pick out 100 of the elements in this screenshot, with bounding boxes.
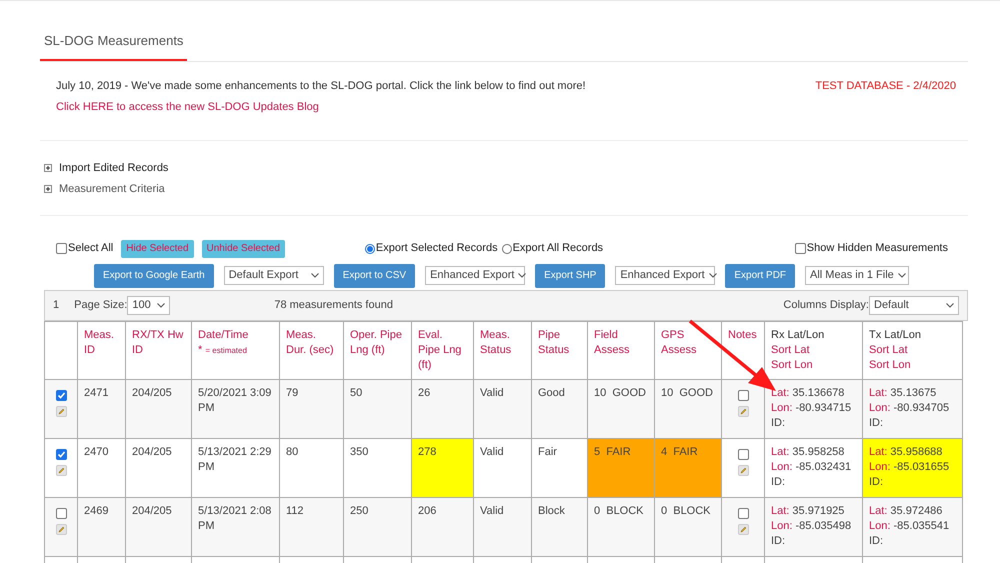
radio-button[interactable] bbox=[364, 244, 375, 254]
dropdown[interactable]: Enhanced Export bbox=[425, 266, 526, 285]
dropdown[interactable]: Default Export bbox=[224, 266, 324, 285]
notes-checkbox[interactable] bbox=[738, 448, 748, 460]
pencil-icon[interactable] bbox=[738, 406, 748, 416]
pencil-icon[interactable] bbox=[56, 524, 66, 534]
table-cell: 80 bbox=[280, 438, 344, 497]
lat-label: Lat: bbox=[869, 446, 888, 458]
lat-value: 35.971925 bbox=[792, 504, 844, 516]
section-toggle[interactable]: Measurement Criteria bbox=[59, 181, 165, 198]
id-label: ID: bbox=[869, 534, 884, 548]
show-hidden-label[interactable]: Show Hidden Measurements bbox=[806, 240, 948, 257]
column-header[interactable]: Date/Time bbox=[198, 328, 248, 342]
table-cell: 350 bbox=[344, 438, 412, 497]
table-cell: 5/13/2021 2:08 PM bbox=[192, 497, 280, 556]
lat-label: Lat: bbox=[869, 386, 888, 398]
id-label: ID: bbox=[869, 416, 884, 430]
radio-button[interactable] bbox=[502, 244, 512, 254]
checkbox[interactable] bbox=[794, 243, 806, 254]
chevron-down-icon bbox=[157, 302, 166, 308]
page-tab[interactable]: SL-DOG Measurements bbox=[40, 31, 188, 60]
lat-value: 35.972486 bbox=[890, 504, 942, 516]
announcement-text: July 10, 2019 - We've made some enhancements to the SL-DOG portal. Click the link below to find out more! bbox=[56, 78, 586, 94]
table-cell: 0 BLOCK bbox=[654, 497, 722, 556]
lat-value: 35.136678 bbox=[792, 386, 844, 398]
id-label: ID: bbox=[869, 474, 884, 490]
radio-label[interactable]: Export All Records bbox=[512, 240, 604, 257]
column-header: Rx Lat/Lon bbox=[771, 328, 824, 342]
lat-label: Lat: bbox=[869, 504, 888, 516]
table-cell: 204/205 bbox=[126, 497, 192, 556]
checkbox[interactable] bbox=[56, 243, 67, 254]
page-number[interactable]: 1 bbox=[53, 296, 60, 314]
select-all-label[interactable]: Select All bbox=[68, 240, 114, 257]
export-button[interactable]: Export to Google Earth bbox=[94, 264, 214, 288]
table-cell: 10 GOOD bbox=[654, 379, 722, 438]
notes-checkbox[interactable] bbox=[738, 390, 748, 400]
database-label: TEST DATABASE - 2/4/2020 bbox=[815, 78, 956, 94]
table-cell: 5 FAIR bbox=[588, 438, 654, 497]
lat-value: 35.958258 bbox=[792, 446, 844, 458]
table-cell: Fair bbox=[532, 438, 588, 497]
table-cell: 2470 bbox=[78, 438, 126, 497]
section-toggle[interactable]: Import Edited Records bbox=[59, 160, 168, 176]
lat-value: 35.13675 bbox=[890, 386, 936, 398]
lat-value: 35.958688 bbox=[890, 446, 942, 458]
pencil-icon[interactable] bbox=[738, 464, 748, 476]
sort-link[interactable]: Sort Lon bbox=[771, 358, 813, 372]
expand-icon[interactable] bbox=[44, 164, 52, 172]
estimated-note: = estimated bbox=[205, 346, 247, 354]
table-cell: Good bbox=[532, 379, 588, 438]
row-checkbox[interactable] bbox=[56, 448, 66, 460]
row-checkbox[interactable] bbox=[56, 508, 66, 518]
id-label: ID: bbox=[771, 474, 786, 490]
table-cell: 204/205 bbox=[126, 379, 192, 438]
table-cell: 79 bbox=[280, 379, 344, 438]
chevron-down-icon bbox=[946, 302, 954, 308]
lon-label: Lon: bbox=[771, 520, 792, 532]
sort-link[interactable]: Sort Lon bbox=[869, 358, 911, 372]
lon-label: Lon: bbox=[771, 402, 792, 414]
table-cell: 112 bbox=[280, 497, 344, 556]
lat-label: Lat: bbox=[771, 446, 790, 458]
pencil-icon[interactable] bbox=[56, 406, 66, 416]
export-button[interactable]: Export PDF bbox=[725, 264, 796, 288]
pencil-icon[interactable] bbox=[738, 524, 748, 534]
table-cell: 50 bbox=[344, 379, 412, 438]
table-cell: Valid bbox=[474, 438, 532, 497]
dropdown[interactable]: 100 bbox=[127, 296, 170, 314]
lon-value: -80.934705 bbox=[893, 402, 950, 414]
lon-value: -85.035498 bbox=[795, 520, 852, 532]
radio-label[interactable]: Export Selected Records bbox=[376, 240, 498, 257]
table-cell: 26 bbox=[412, 379, 474, 438]
table-cell: 5/20/2021 3:09 PM bbox=[192, 379, 280, 438]
expand-icon[interactable] bbox=[44, 185, 52, 194]
dropdown[interactable]: Default bbox=[869, 296, 959, 314]
table-cell: 2469 bbox=[78, 497, 126, 556]
column-header[interactable]: Notes bbox=[728, 328, 757, 342]
export-button[interactable]: Export to CSV bbox=[334, 264, 416, 288]
dropdown[interactable]: Enhanced Export bbox=[615, 266, 716, 285]
chevron-down-icon bbox=[310, 273, 319, 278]
page-size-label: Page Size: bbox=[74, 298, 128, 313]
dropdown[interactable]: All Meas in 1 File bbox=[805, 266, 910, 285]
sort-link[interactable]: Sort Lat bbox=[869, 342, 908, 358]
pencil-icon[interactable] bbox=[56, 464, 66, 476]
lon-label: Lon: bbox=[869, 520, 890, 532]
table-cell: 4 FAIR bbox=[654, 438, 722, 497]
chevron-down-icon bbox=[518, 273, 526, 278]
id-label: ID: bbox=[771, 534, 786, 548]
lat-label: Lat: bbox=[771, 386, 790, 398]
lon-label: Lon: bbox=[869, 402, 890, 414]
table-cell: 5/13/2021 2:29 PM bbox=[192, 438, 280, 497]
export-button[interactable]: Export SHP bbox=[535, 264, 606, 288]
lon-value: -85.032431 bbox=[795, 460, 852, 472]
lon-label: Lon: bbox=[869, 460, 890, 472]
lon-label: Lon: bbox=[771, 460, 792, 472]
blog-link[interactable]: Click HERE to access the new SL-DOG Updates Blog bbox=[56, 99, 586, 116]
notes-checkbox[interactable] bbox=[738, 508, 748, 518]
asterisk-mark: * bbox=[198, 344, 202, 356]
table-cell: Valid bbox=[474, 379, 532, 438]
row-checkbox[interactable] bbox=[56, 390, 66, 400]
table-cell: Block bbox=[532, 497, 588, 556]
sort-link[interactable]: Sort Lat bbox=[771, 342, 810, 358]
